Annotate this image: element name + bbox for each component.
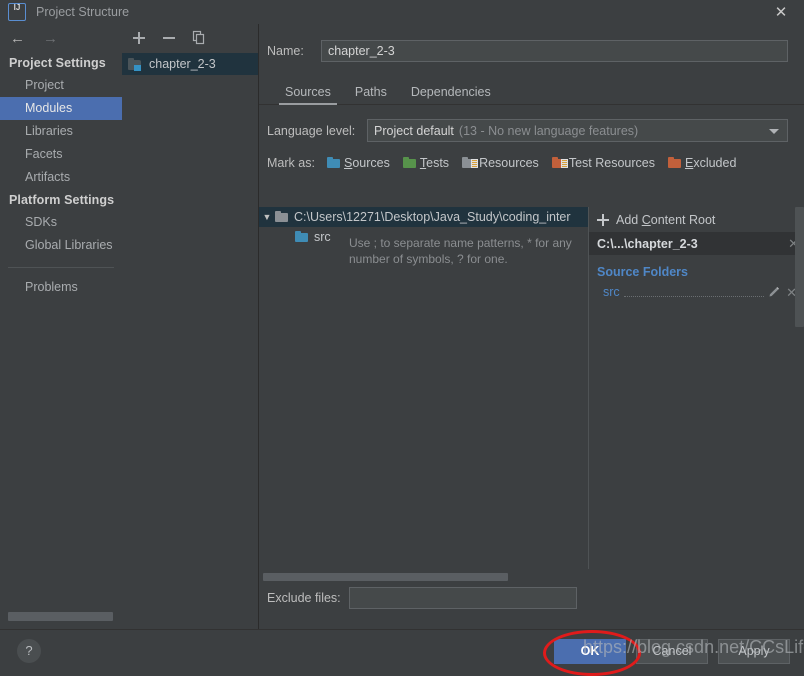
content-root-detail-panel: Add Content Root C:\...\chapter_2-3 ✕ So…	[588, 207, 804, 569]
mark-as-excluded[interactable]: Excluded	[667, 156, 737, 170]
copy-module-icon[interactable]	[191, 30, 207, 46]
sidebar-divider	[8, 267, 114, 268]
language-level-row: Language level: Project default (13 - No…	[259, 105, 804, 142]
intellij-logo-icon	[8, 3, 26, 21]
source-folder-label: src	[603, 285, 620, 299]
source-folder-row[interactable]: src ✕	[589, 283, 804, 301]
sidebar-item-problems[interactable]: Problems	[0, 276, 122, 299]
help-button[interactable]: ?	[17, 639, 41, 663]
mark-as-label: Mark as:	[267, 156, 315, 170]
sidebar-item-facets[interactable]: Facets	[0, 143, 122, 166]
sidebar-item-artifacts[interactable]: Artifacts	[0, 166, 122, 189]
folder-resources-icon	[462, 157, 479, 169]
tree-horizontal-scrollbar[interactable]	[263, 573, 508, 581]
content-roots-area: ▼ C:\Users\12271\Desktop\Java_Study\codi…	[259, 207, 804, 609]
chevron-down-icon[interactable]: ▼	[259, 212, 275, 222]
language-level-hint: (13 - No new language features)	[458, 123, 639, 138]
module-icon	[128, 57, 143, 71]
mark-as-resources[interactable]: Resources	[462, 156, 539, 170]
mark-as-row: Mark as: Sources Tests Resources Test Re…	[259, 142, 804, 178]
ok-button[interactable]: OK	[554, 639, 626, 664]
language-level-label: Language level:	[267, 123, 356, 138]
modules-panel: chapter_2-3	[122, 24, 259, 629]
module-settings-main: Name: Sources Paths Dependencies Languag…	[259, 24, 804, 629]
folder-test-resources-icon	[551, 157, 568, 169]
apply-button[interactable]: Apply	[718, 639, 790, 664]
modules-toolbar	[122, 24, 258, 52]
tab-sources[interactable]: Sources	[273, 85, 343, 105]
name-label: Name:	[267, 44, 304, 58]
folder-green-icon	[402, 157, 417, 169]
sidebar-item-modules[interactable]: Modules	[0, 97, 122, 120]
window-title: Project Structure	[36, 5, 130, 19]
content-root-header[interactable]: C:\...\chapter_2-3 ✕	[589, 232, 804, 255]
language-level-select[interactable]: Project default (13 - No new language fe…	[367, 119, 788, 142]
list-item[interactable]: chapter_2-3	[122, 53, 258, 75]
mark-as-sources[interactable]: Sources	[327, 156, 390, 170]
close-icon[interactable]: ✕	[772, 4, 790, 22]
mark-as-tests-label: Tests	[419, 156, 450, 170]
modules-list: chapter_2-3	[122, 52, 258, 75]
mark-as-resources-label: Resources	[479, 156, 539, 170]
add-module-icon[interactable]	[131, 30, 147, 46]
sidebar-item-libraries[interactable]: Libraries	[0, 120, 122, 143]
remove-module-icon[interactable]	[161, 30, 177, 46]
language-level-value: Project default	[374, 123, 454, 138]
exclude-files-label: Exclude files:	[267, 591, 341, 605]
tree-row[interactable]: ▼ C:\Users\12271\Desktop\Java_Study\codi…	[259, 207, 589, 227]
sidebar-horizontal-scrollbar[interactable]	[8, 612, 113, 621]
sidebar-item-sdks[interactable]: SDKs	[0, 211, 122, 234]
sidebar-item-global-libraries[interactable]: Global Libraries	[0, 234, 122, 257]
folder-blue-icon	[327, 157, 341, 169]
add-content-root-label: Add Content Root	[616, 212, 716, 227]
dialog-buttons: OK Cancel Apply	[554, 639, 790, 664]
exclude-files-input[interactable]	[349, 587, 577, 609]
mark-as-tests[interactable]: Tests	[402, 156, 450, 170]
folder-orange-icon	[667, 157, 682, 169]
exclude-files-hint: Use ; to separate name patterns, * for a…	[349, 236, 572, 266]
dotted-leader	[623, 287, 765, 297]
add-content-root-button[interactable]: Add Content Root	[589, 207, 804, 232]
module-name: chapter_2-3	[149, 57, 216, 71]
tab-dependencies[interactable]: Dependencies	[399, 85, 503, 104]
sidebar-group-platform-settings: Platform Settings	[9, 193, 115, 207]
mark-as-test-resources[interactable]: Test Resources	[551, 156, 655, 170]
back-arrow-icon[interactable]: ←	[10, 31, 25, 46]
forward-arrow-icon[interactable]: →	[43, 31, 58, 46]
module-tabs: Sources Paths Dependencies	[259, 78, 804, 105]
content-root-path: C:\Users\12271\Desktop\Java_Study\coding…	[294, 210, 571, 224]
folder-blue-icon	[295, 231, 309, 243]
module-name-row: Name:	[259, 24, 804, 62]
pencil-icon[interactable]	[768, 286, 780, 298]
tree-horizontal-scrollbar-track	[259, 569, 588, 583]
folder-icon	[275, 211, 289, 223]
sidebar-item-project[interactable]: Project	[0, 74, 122, 97]
cancel-button[interactable]: Cancel	[636, 639, 708, 664]
exclude-files-row: Exclude files:	[259, 587, 804, 609]
source-folders-heading: Source Folders	[597, 265, 688, 279]
content-root-short-path: C:\...\chapter_2-3	[597, 236, 698, 251]
settings-sidebar: ← → Project Settings Project Modules Lib…	[0, 24, 122, 629]
mark-as-excluded-label: Excluded	[684, 156, 737, 170]
source-folder-name: src	[314, 230, 331, 244]
mark-as-sources-label: Sources	[344, 156, 390, 170]
tab-paths[interactable]: Paths	[343, 85, 399, 104]
sidebar-group-project-settings: Project Settings	[9, 56, 106, 70]
sidebar-nav-buttons: ← →	[0, 24, 122, 52]
module-name-input[interactable]	[321, 40, 788, 62]
mark-as-test-resources-label: Test Resources	[568, 156, 655, 170]
plus-icon	[597, 213, 609, 226]
window-titlebar: Project Structure ✕	[0, 0, 804, 24]
dialog-footer: ? OK Cancel Apply	[0, 629, 804, 674]
chevron-down-icon	[769, 129, 779, 134]
main-vertical-scrollbar[interactable]	[795, 207, 804, 327]
